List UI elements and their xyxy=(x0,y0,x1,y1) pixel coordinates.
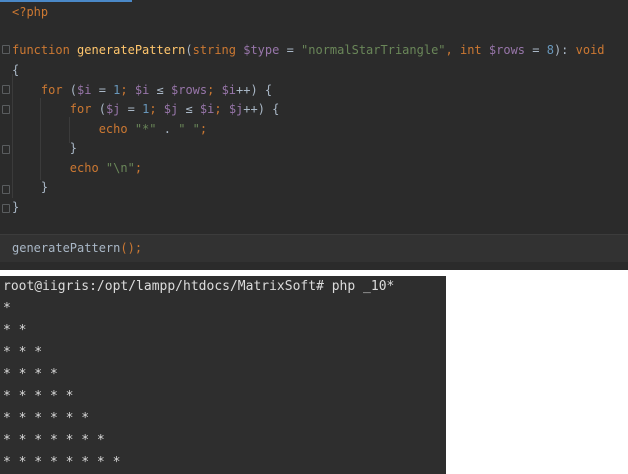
terminal-output-line: * * * xyxy=(3,345,43,360)
code-token: = xyxy=(91,83,114,97)
code-token: generatePattern xyxy=(77,43,186,57)
code-token: } xyxy=(12,180,49,194)
terminal-window[interactable]: root@iigris:/opt/lampp/htdocs/MatrixSoft… xyxy=(0,276,446,474)
code-token: "*" xyxy=(134,122,157,136)
terminal-output-line: * * xyxy=(3,323,27,338)
terminal-output-line: * xyxy=(3,301,11,316)
code-token: " " xyxy=(178,122,200,136)
code-token: $i xyxy=(199,102,215,116)
code-token: } xyxy=(12,200,20,214)
code-token: (); xyxy=(120,241,143,255)
code-token: $rows xyxy=(488,43,526,57)
terminal-output-line: * * * * * * xyxy=(3,411,90,426)
code-line: { xyxy=(12,62,19,78)
code-token: 8 xyxy=(546,43,554,57)
code-token: int xyxy=(459,43,489,57)
code-token: = xyxy=(525,43,547,57)
code-token: ; xyxy=(207,83,222,97)
code-token: <?php xyxy=(12,5,49,19)
code-token: ; xyxy=(199,122,208,136)
code-token: void xyxy=(575,43,605,57)
fold-icon[interactable] xyxy=(2,204,10,213)
code-token: { xyxy=(12,63,20,77)
code-token: ++) { xyxy=(236,83,273,97)
code-token: for xyxy=(12,102,99,116)
code-line: } xyxy=(12,199,19,215)
code-token: $j xyxy=(105,102,121,116)
code-line: for ($i = 1; $i ≤ $rows; $i++) { xyxy=(12,82,272,98)
code-token: } xyxy=(12,141,78,155)
code-token: $i xyxy=(134,83,150,97)
code-token: . xyxy=(156,122,179,136)
fold-icon[interactable] xyxy=(2,45,10,54)
code-line: } xyxy=(12,140,77,156)
code-token: function xyxy=(12,43,78,57)
fold-icon[interactable] xyxy=(2,85,10,94)
code-token: ≤ xyxy=(149,83,171,97)
code-line: <?php xyxy=(12,4,48,20)
code-line: for ($j = 1; $j ≤ $i; $j++) { xyxy=(12,101,280,117)
code-line: echo "\n"; xyxy=(12,160,142,176)
terminal-prompt: root@iigris:/opt/lampp/htdocs/MatrixSoft… xyxy=(3,279,324,294)
code-token: ): xyxy=(553,43,576,57)
code-line: echo "*" . " "; xyxy=(12,121,207,137)
terminal-prompt-line: root@iigris:/opt/lampp/htdocs/MatrixSoft… xyxy=(3,276,394,298)
terminal-output-line: * * * * * * * xyxy=(3,433,105,448)
code-token: ; xyxy=(214,102,229,116)
code-token: ; xyxy=(149,102,164,116)
code-token: $rows xyxy=(171,83,208,97)
code-token: echo xyxy=(12,161,106,175)
terminal-output-line: * * * * * * * * xyxy=(3,455,121,470)
fold-icon[interactable] xyxy=(2,105,10,114)
code-token: "normalStarTriangle" xyxy=(301,43,446,57)
fold-icon[interactable] xyxy=(2,185,10,194)
code-token: "\n" xyxy=(105,161,135,175)
code-token: ( xyxy=(185,43,193,57)
code-token: $j xyxy=(228,102,244,116)
code-token: $j xyxy=(163,102,179,116)
fold-icon[interactable] xyxy=(2,145,10,154)
code-token: = xyxy=(279,43,302,57)
code-token: $type xyxy=(243,43,280,57)
code-token: $i xyxy=(221,83,237,97)
editor-divider xyxy=(0,234,628,235)
code-line: } xyxy=(12,179,48,195)
code-token: , xyxy=(445,43,460,57)
terminal-output-line: * * * * * xyxy=(3,389,74,404)
code-token: string xyxy=(192,43,244,57)
terminal-output-line: * * * * xyxy=(3,367,58,382)
code-token: ≤ xyxy=(178,102,200,116)
active-tab-indicator xyxy=(0,0,132,2)
code-token: echo xyxy=(12,122,135,136)
code-token: generatePattern xyxy=(12,241,121,255)
code-line: function generatePattern(string $type = … xyxy=(12,42,605,58)
code-token: ; xyxy=(120,83,135,97)
code-line: generatePattern(); xyxy=(12,240,142,256)
code-token: ( xyxy=(69,83,78,97)
code-token: for xyxy=(12,83,70,97)
code-token: ; xyxy=(134,161,143,175)
code-token: ++) { xyxy=(243,102,280,116)
code-token: = xyxy=(120,102,143,116)
code-token: ( xyxy=(98,102,106,116)
code-token: $i xyxy=(77,83,92,97)
code-editor[interactable]: <?php function generatePattern(string $ty… xyxy=(0,0,628,270)
terminal-command: php _10* xyxy=(331,279,395,294)
